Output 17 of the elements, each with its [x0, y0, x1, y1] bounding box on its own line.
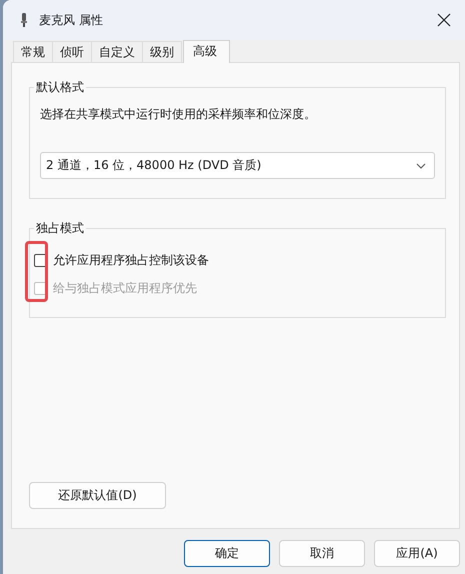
group-label: 默认格式	[34, 79, 86, 95]
chevron-down-icon	[416, 162, 426, 168]
close-icon[interactable]	[437, 13, 451, 27]
dialog-button[interactable]: 应用(A)	[374, 540, 460, 567]
microphone-icon	[19, 12, 29, 28]
checkbox-label: 允许应用程序独占控制该设备	[53, 252, 209, 268]
checkbox-label: 给与独占模式应用程序优先	[53, 280, 197, 296]
tab[interactable]: 级别	[142, 41, 182, 62]
group-label: 独占模式	[34, 220, 86, 236]
dialog-button[interactable]: 确定	[184, 540, 270, 567]
tab[interactable]: 常规	[13, 41, 53, 62]
dialog-button[interactable]: 取消	[279, 540, 365, 567]
window-title: 麦克风 属性	[39, 12, 103, 28]
tab[interactable]: 高级	[183, 40, 230, 63]
description-text: 选择在共享模式中运行时使用的采样频率和位深度。	[40, 106, 317, 123]
restore-defaults-button[interactable]: 还原默认值(D)	[29, 482, 166, 509]
format-dropdown[interactable]: 2 通道，16 位，48000 Hz (DVD 音质)	[40, 152, 435, 179]
